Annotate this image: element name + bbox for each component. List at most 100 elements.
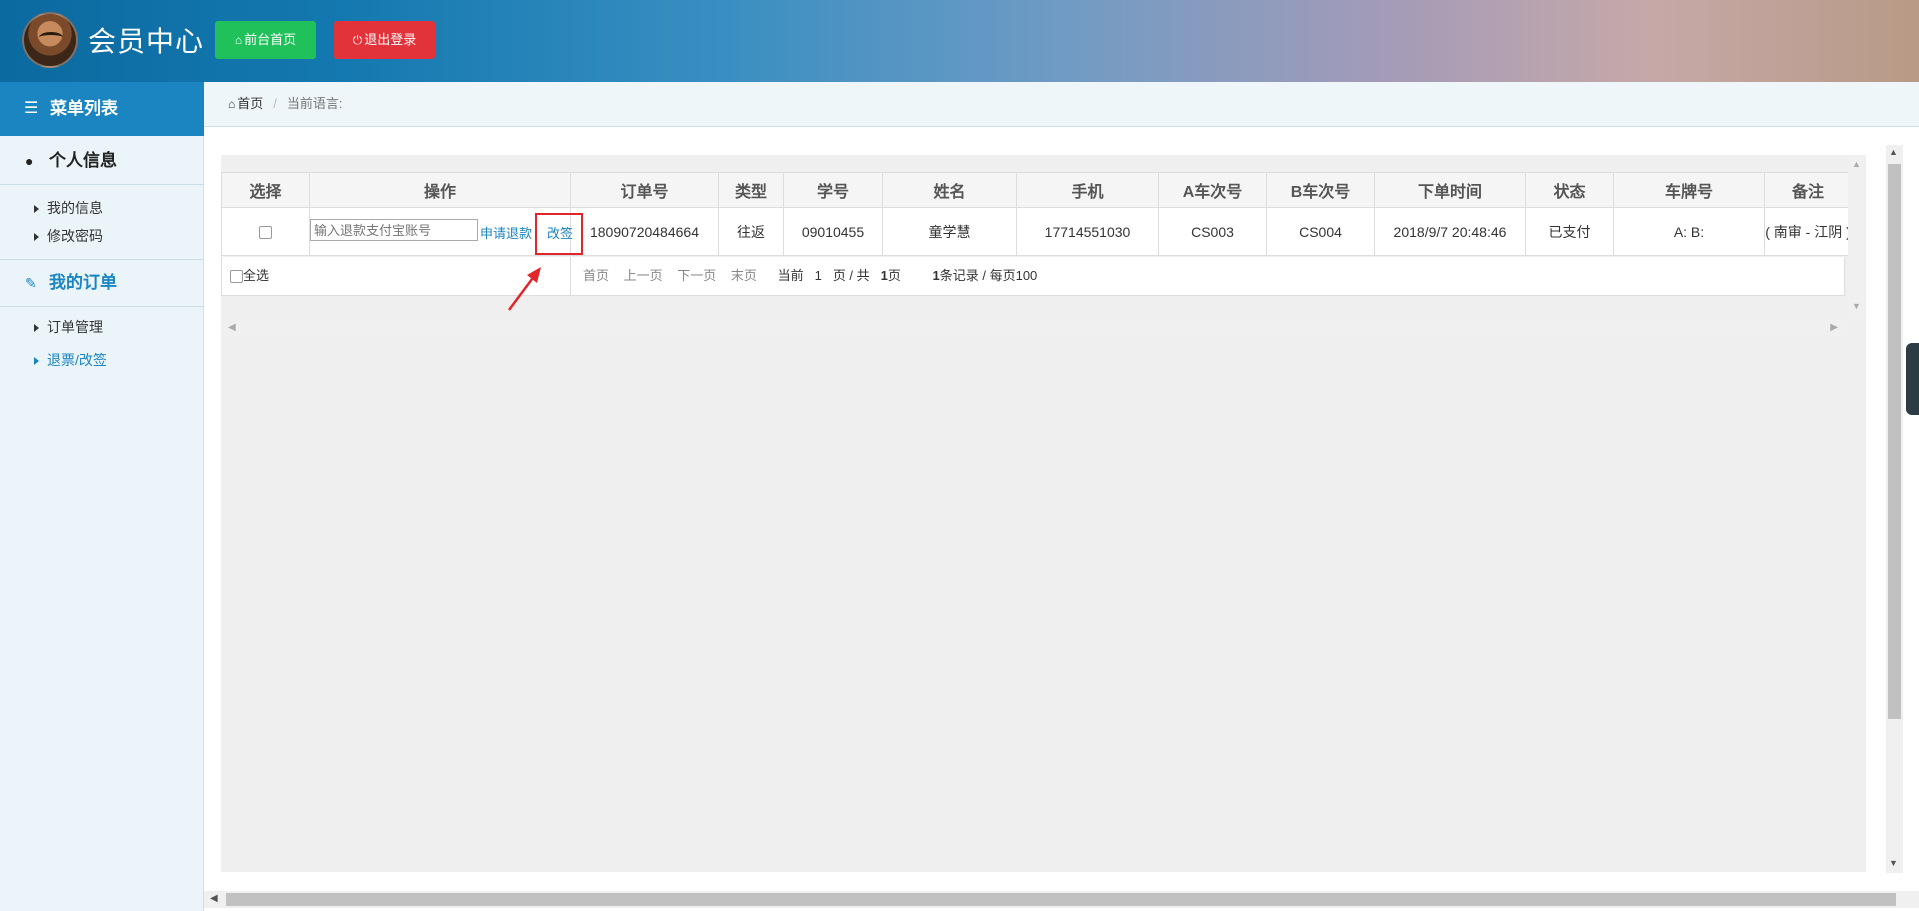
status-cell: 已支付 [1525,207,1614,256]
plate-cell: A: B: [1613,207,1765,256]
user-icon: ● [25,153,34,169]
caret-right-icon [34,205,39,214]
column-header: 操作 [309,172,571,208]
record-info: 1条记录 / 每页100 [933,268,1049,283]
operation-cell: 申请退款 改签 [309,207,573,256]
column-header: 选择 [221,172,310,208]
home-icon: ⌂ [228,97,236,111]
logout-button[interactable]: ⏻ 退出登录 [334,21,435,59]
order-time-cell: 2018/9/7 20:48:46 [1374,207,1526,256]
section-title: 我的订单 [49,273,117,292]
sidebar-item-order-management[interactable]: 订单管理 [34,317,103,337]
menu-title: 菜单列表 [50,99,118,118]
brand-title: 会员中心 [88,26,205,57]
power-icon: ⏻ [352,33,363,47]
caret-right-icon [34,233,39,242]
scroll-left-icon[interactable]: ◀ [228,322,236,333]
page-prefix: 当前 [777,268,804,283]
record-suffix: 条记录 / 每页100 [939,268,1038,283]
select-all[interactable]: 全选 [230,257,269,295]
scroll-up-icon[interactable]: ▲ [1889,147,1898,157]
breadcrumb: ⌂ 首页 / 当前语言: [228,82,343,126]
inner-vertical-scrollbar[interactable]: ▲ ▼ [1848,155,1866,320]
column-header: B车次号 [1266,172,1375,208]
column-header: 学号 [783,172,883,208]
breadcrumb-bar: ⌂ 首页 / 当前语言: [204,82,1919,127]
pager-first[interactable]: 首页 [583,268,609,283]
sidebar: ☰ 菜单列表 ● 个人信息 我的信息 修改密码 ✎ 我的订单 订单管理 退票/改… [0,82,204,911]
caret-right-icon [34,357,39,366]
column-header: 类型 [718,172,784,208]
record-count: 1 [932,268,940,283]
pager-last[interactable]: 末页 [731,268,757,283]
caret-right-icon [34,324,39,333]
sidebar-item-my-info[interactable]: 我的信息 [34,198,103,218]
sidebar-item-label: 订单管理 [47,319,103,335]
order-no-cell: 18090720484664 [570,207,719,256]
column-header: 下单时间 [1374,172,1526,208]
pager-prev[interactable]: 上一页 [624,268,663,283]
sidebar-item-label: 我的信息 [47,200,103,216]
remark-cell: ( 南审 - 江阴 ) [1764,207,1852,256]
column-header: 订单号 [570,172,719,208]
page-info: 当前 1 页 / 共 1页 [778,268,912,283]
scroll-right-icon[interactable]: ▶ [1830,322,1838,333]
column-header: 姓名 [882,172,1017,208]
select-cell [221,207,310,256]
avatar [22,12,78,68]
page-suffix: 页 [887,268,901,283]
sidebar-item-change-password[interactable]: 修改密码 [34,226,103,246]
vertical-scrollbar[interactable]: ▲ ▼ [1886,145,1903,873]
scroll-up-icon[interactable]: ▲ [1852,159,1861,169]
scroll-down-icon[interactable]: ▼ [1889,858,1898,868]
scroll-left-icon[interactable]: ◀ [210,893,218,904]
scrollbar-thumb[interactable] [1888,164,1901,719]
column-header: 备注 [1764,172,1852,208]
select-all-checkbox[interactable] [230,270,243,284]
b-train-cell: CS004 [1266,207,1375,256]
top-header: 会员中心 ⌂ 前台首页 ⏻ 退出登录 [0,0,1919,82]
name-cell: 童学慧 [882,207,1017,256]
total-pages: 1 [880,268,888,283]
home-button-label: 前台首页 [244,32,297,47]
row-checkbox[interactable] [259,226,272,240]
breadcrumb-separator: / [273,96,277,111]
pagination: 首页 上一页 下一页 末页 当前 1 页 / 共 1页 1条记录 / 每页100 [583,257,1059,295]
breadcrumb-current: 当前语言: [286,96,343,111]
current-page: 1 [814,268,822,283]
inner-horizontal-scrollbar[interactable]: ◀ ▶ [221,320,1848,338]
highlight-box [535,213,583,255]
sidebar-item-refund-change[interactable]: 退票/改签 [34,350,107,370]
logout-button-label: 退出登录 [364,32,417,47]
refund-account-input[interactable] [310,219,478,241]
edit-icon: ✎ [25,275,37,291]
list-icon: ☰ [24,100,39,117]
column-header: 状态 [1525,172,1614,208]
column-header: A车次号 [1158,172,1267,208]
orders-table: 选择 操作 订单号 类型 学号 姓名 手机 A车次号 B车次号 下单时间 状态 … [221,172,1852,256]
type-cell: 往返 [718,207,784,256]
page-mid: 页 / 共 [832,268,870,283]
select-all-label: 全选 [243,268,270,283]
table-footer: 全选 首页 上一页 下一页 末页 当前 1 页 / 共 1页 1条记录 / 每页100 [221,257,1845,296]
apply-refund-link[interactable]: 申请退款 [480,223,532,242]
section-personal-info[interactable]: ● 个人信息 [0,138,203,185]
home-icon: ⌂ [234,33,243,47]
footer-divider [570,257,571,295]
student-no-cell: 09010455 [783,207,883,256]
phone-cell: 17714551030 [1016,207,1159,256]
scrollbar-thumb[interactable] [226,893,1896,906]
pager-next[interactable]: 下一页 [677,268,716,283]
home-button[interactable]: ⌂ 前台首页 [215,21,316,59]
column-header: 车牌号 [1613,172,1765,208]
side-widget[interactable] [1906,343,1919,415]
column-header: 手机 [1016,172,1159,208]
section-title: 个人信息 [49,151,117,170]
horizontal-scrollbar[interactable]: ◀ [204,891,1919,908]
section-my-orders[interactable]: ✎ 我的订单 [0,259,203,307]
scroll-down-icon[interactable]: ▼ [1852,301,1861,311]
sidebar-item-label: 退票/改签 [47,352,107,368]
breadcrumb-home[interactable]: 首页 [237,96,263,111]
arrow-annotation-icon [507,267,541,311]
table-row: 申请退款 改签 18090720484664 往返 09010455 童学慧 1… [221,207,1852,256]
